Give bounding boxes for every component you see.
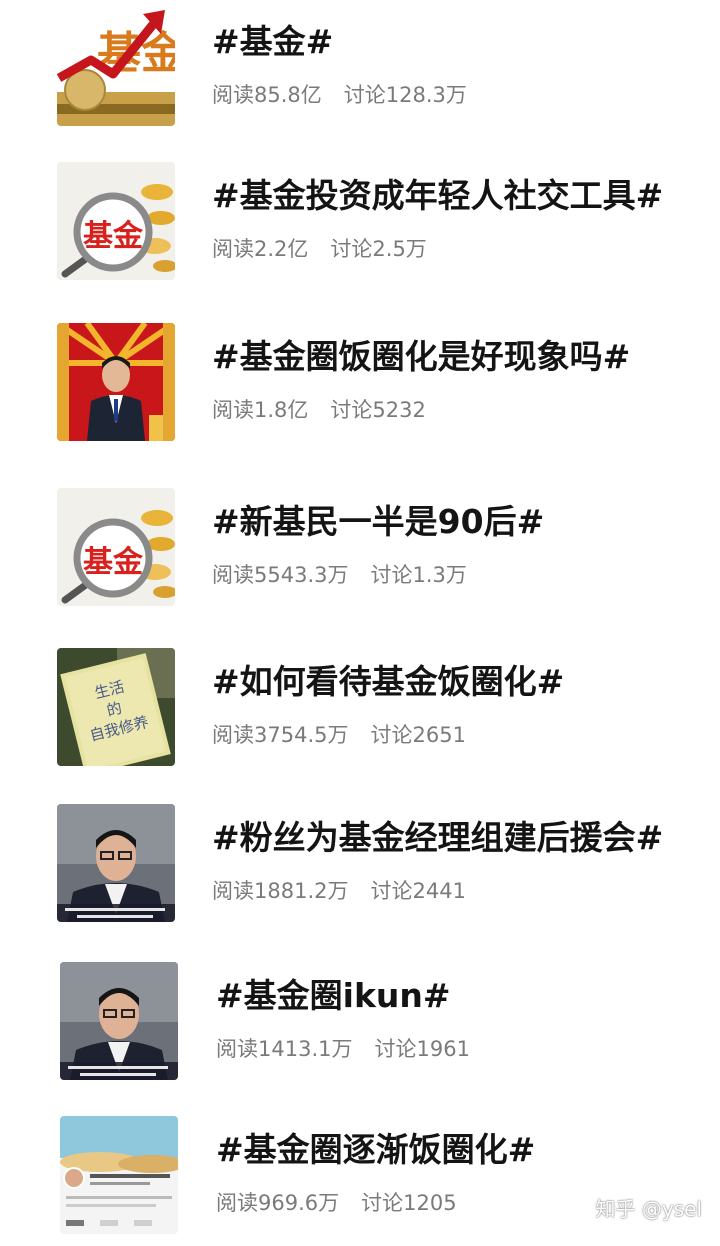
topic-thumbnail[interactable]: 生活 的 自我修养 — [57, 648, 175, 766]
topic-stats: 阅读1413.1万 讨论1961 — [216, 1034, 470, 1064]
topic-title[interactable]: #基金圈逐渐饭圈化# — [216, 1130, 535, 1170]
topic-list: 基金 #基金# 阅读85.8亿 讨论128.3万 基金 #基金投资成年轻人社交工… — [0, 0, 720, 1240]
topic-title[interactable]: #新基民一半是90后# — [212, 502, 544, 542]
read-count: 阅读969.6万 — [216, 1191, 340, 1215]
topic-stats: 阅读1881.2万 讨论2441 — [212, 876, 466, 906]
topic-stats: 阅读85.8亿 讨论128.3万 — [212, 80, 467, 110]
discuss-count: 讨论1205 — [361, 1191, 457, 1215]
topic-thumbnail[interactable] — [57, 323, 175, 441]
watermark: 知乎 @ysel — [595, 1197, 702, 1221]
read-count: 阅读3754.5万 — [212, 723, 349, 747]
topic-stats: 阅读2.2亿 讨论2.5万 — [212, 234, 427, 264]
topic-thumbnail[interactable] — [57, 804, 175, 922]
fund-characters: 基金 — [83, 219, 144, 254]
topic-item[interactable]: 基金 #新基民一半是90后# 阅读5543.3万 讨论1.3万 — [0, 488, 720, 618]
discuss-count: 讨论2651 — [370, 723, 466, 747]
topic-item[interactable]: 基金 #基金投资成年轻人社交工具# 阅读2.2亿 讨论2.5万 — [0, 162, 720, 292]
topic-stats: 阅读5543.3万 讨论1.3万 — [212, 560, 467, 590]
topic-thumbnail[interactable]: 基金 — [57, 488, 175, 606]
discuss-count: 讨论1.3万 — [370, 563, 467, 587]
topic-stats: 阅读969.6万 讨论1205 — [216, 1188, 457, 1218]
topic-thumbnail[interactable]: 基金 — [57, 8, 175, 126]
topic-title[interactable]: #基金# — [212, 22, 333, 62]
read-count: 阅读2.2亿 — [212, 237, 309, 261]
topic-item[interactable]: #基金圈ikun# 阅读1413.1万 讨论1961 — [0, 962, 720, 1092]
read-count: 阅读85.8亿 — [212, 83, 322, 107]
topic-item[interactable]: #粉丝为基金经理组建后援会# 阅读1881.2万 讨论2441 — [0, 804, 720, 934]
topic-title[interactable]: #基金圈ikun# — [216, 976, 451, 1016]
topic-item[interactable]: #基金圈逐渐饭圈化# 阅读969.6万 讨论1205 — [0, 1116, 720, 1246]
discuss-count: 讨论2441 — [370, 879, 466, 903]
discuss-count: 讨论1961 — [374, 1037, 470, 1061]
topic-title[interactable]: #基金圈饭圈化是好现象吗# — [212, 337, 630, 377]
discuss-count: 讨论5232 — [330, 398, 426, 422]
fund-characters: 基金 — [83, 545, 144, 580]
topic-stats: 阅读1.8亿 讨论5232 — [212, 395, 426, 425]
read-count: 阅读1881.2万 — [212, 879, 349, 903]
topic-item[interactable]: 生活 的 自我修养 #如何看待基金饭圈化# 阅读3754.5万 讨论2651 — [0, 648, 720, 778]
discuss-count: 讨论2.5万 — [330, 237, 427, 261]
topic-title[interactable]: #基金投资成年轻人社交工具# — [212, 176, 663, 216]
topic-title[interactable]: #粉丝为基金经理组建后援会# — [212, 818, 663, 858]
read-count: 阅读1.8亿 — [212, 398, 309, 422]
topic-thumbnail[interactable] — [60, 962, 178, 1080]
topic-title[interactable]: #如何看待基金饭圈化# — [212, 662, 564, 702]
topic-thumbnail[interactable]: 基金 — [57, 162, 175, 280]
topic-thumbnail[interactable] — [60, 1116, 178, 1234]
discuss-count: 讨论128.3万 — [343, 83, 467, 107]
read-count: 阅读1413.1万 — [216, 1037, 353, 1061]
topic-item[interactable]: #基金圈饭圈化是好现象吗# 阅读1.8亿 讨论5232 — [0, 323, 720, 453]
topic-item[interactable]: 基金 #基金# 阅读85.8亿 讨论128.3万 — [0, 8, 720, 138]
read-count: 阅读5543.3万 — [212, 563, 349, 587]
topic-stats: 阅读3754.5万 讨论2651 — [212, 720, 466, 750]
